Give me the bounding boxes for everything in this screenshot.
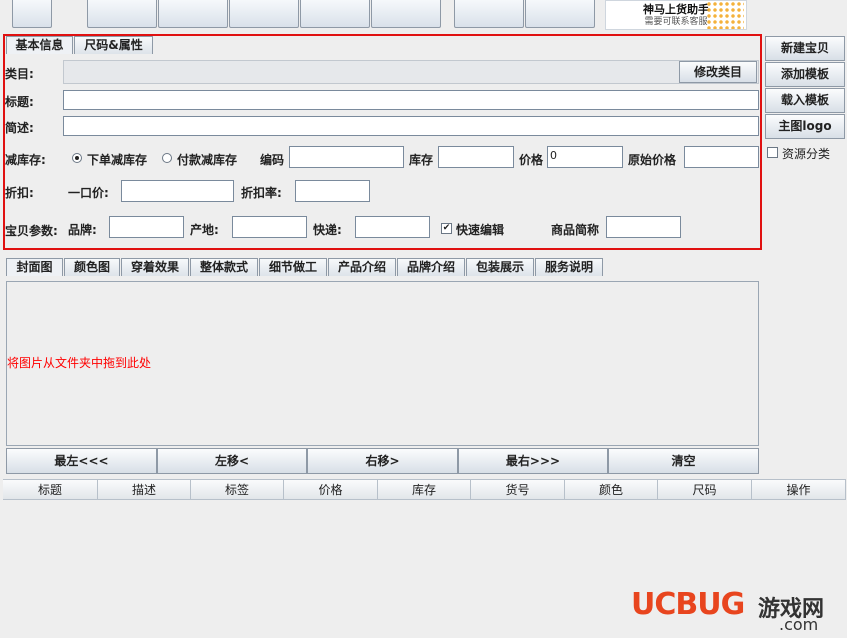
tab-brand-intro[interactable]: 品牌介绍 — [397, 258, 465, 276]
resource-category-checkbox[interactable] — [767, 147, 778, 158]
tab-package[interactable]: 包装展示 — [466, 258, 534, 276]
col-action[interactable]: 操作 — [752, 480, 846, 500]
toolbar-button-6[interactable] — [371, 0, 441, 28]
col-sku[interactable]: 货号 — [471, 480, 565, 500]
move-left-button[interactable]: 左移< — [157, 448, 307, 474]
image-drop-area[interactable]: 将图片从文件夹中拖到此处 — [6, 281, 759, 446]
stock-on-order-radio[interactable] — [72, 153, 82, 163]
origin-label: 产地: — [190, 223, 219, 237]
top-toolbar: 神马上货助手 需要可联系客服 — [0, 0, 847, 32]
quick-edit-label[interactable]: 快速编辑 — [456, 221, 504, 238]
stock-label: 减库存: — [5, 153, 46, 167]
qty-input[interactable] — [438, 146, 514, 168]
short-name-label: 商品简称 — [551, 223, 600, 237]
modify-category-button[interactable]: 修改类目 — [679, 61, 757, 83]
stock-on-payment-radio[interactable] — [162, 153, 172, 163]
qty-label: 库存 — [409, 153, 434, 167]
code-label: 编码 — [260, 153, 285, 167]
col-size[interactable]: 尺码 — [658, 480, 752, 500]
express-input[interactable] — [355, 216, 430, 238]
load-template-button[interactable]: 载入模板 — [765, 88, 845, 113]
col-color[interactable]: 颜色 — [565, 480, 658, 500]
discount-rate-input[interactable] — [295, 180, 370, 202]
col-desc[interactable]: 描述 — [98, 480, 191, 500]
banner-dots-icon — [706, 1, 744, 29]
col-tags[interactable]: 标签 — [191, 480, 284, 500]
move-last-button[interactable]: 最右>>> — [458, 448, 608, 474]
toolbar-button-3[interactable] — [158, 0, 228, 28]
express-label: 快递: — [313, 223, 342, 237]
toolbar-button-7[interactable] — [454, 0, 524, 28]
col-title[interactable]: 标题 — [3, 480, 98, 500]
code-input[interactable] — [289, 146, 404, 168]
category-field — [63, 60, 759, 84]
brand-input[interactable] — [109, 216, 184, 238]
col-stock[interactable]: 库存 — [378, 480, 471, 500]
params-label: 宝贝参数: — [5, 224, 58, 238]
desc-input[interactable] — [63, 116, 759, 136]
title-input[interactable] — [63, 90, 759, 110]
fixed-price-label: 一口价: — [68, 186, 109, 200]
toolbar-button-4[interactable] — [229, 0, 299, 28]
price-label: 价格 — [519, 153, 544, 167]
watermark-domain: .com — [779, 615, 819, 634]
stock-on-payment-label[interactable]: 付款减库存 — [177, 151, 237, 168]
toolbar-button-5[interactable] — [300, 0, 370, 28]
toolbar-button-2[interactable] — [87, 0, 157, 28]
add-template-button[interactable]: 添加模板 — [765, 62, 845, 87]
title-label: 标题: — [5, 95, 34, 109]
move-right-button[interactable]: 右移> — [307, 448, 458, 474]
orig-price-label: 原始价格 — [628, 153, 677, 167]
clear-button[interactable]: 清空 — [608, 448, 759, 474]
stock-on-order-label[interactable]: 下单减库存 — [87, 151, 147, 168]
orig-price-input[interactable] — [684, 146, 759, 168]
short-name-input[interactable] — [606, 216, 681, 238]
tab-service[interactable]: 服务说明 — [535, 258, 603, 276]
watermark-brand: UCBUG — [631, 587, 745, 622]
tab-color[interactable]: 颜色图 — [64, 258, 120, 276]
main-logo-button[interactable]: 主图logo — [765, 114, 845, 139]
new-item-button[interactable]: 新建宝贝 — [765, 36, 845, 61]
tab-detail[interactable]: 细节做工 — [259, 258, 327, 276]
quick-edit-checkbox[interactable]: ✔ — [441, 223, 452, 234]
discount-label: 折扣: — [5, 186, 34, 200]
col-price[interactable]: 价格 — [284, 480, 378, 500]
move-first-button[interactable]: 最左<<< — [6, 448, 157, 474]
tab-product-intro[interactable]: 产品介绍 — [328, 258, 396, 276]
tab-cover[interactable]: 封面图 — [6, 258, 63, 276]
desc-label: 简述: — [5, 121, 34, 135]
price-input[interactable]: 0 — [547, 146, 623, 168]
tab-overall-style[interactable]: 整体款式 — [190, 258, 258, 276]
drop-hint: 将图片从文件夹中拖到此处 — [7, 356, 152, 370]
origin-input[interactable] — [232, 216, 307, 238]
fixed-price-input[interactable] — [121, 180, 234, 202]
category-label: 类目: — [5, 67, 34, 81]
brand-label: 品牌: — [68, 223, 97, 237]
toolbar-button-1[interactable] — [12, 0, 52, 28]
toolbar-button-8[interactable] — [525, 0, 595, 28]
discount-rate-label: 折扣率: — [241, 186, 282, 200]
resource-category-label[interactable]: 资源分类 — [782, 145, 830, 162]
tab-wearing[interactable]: 穿着效果 — [121, 258, 189, 276]
site-watermark: UCBUG 游戏网 .com — [631, 585, 841, 635]
promo-banner[interactable]: 神马上货助手 需要可联系客服 — [605, 0, 747, 30]
